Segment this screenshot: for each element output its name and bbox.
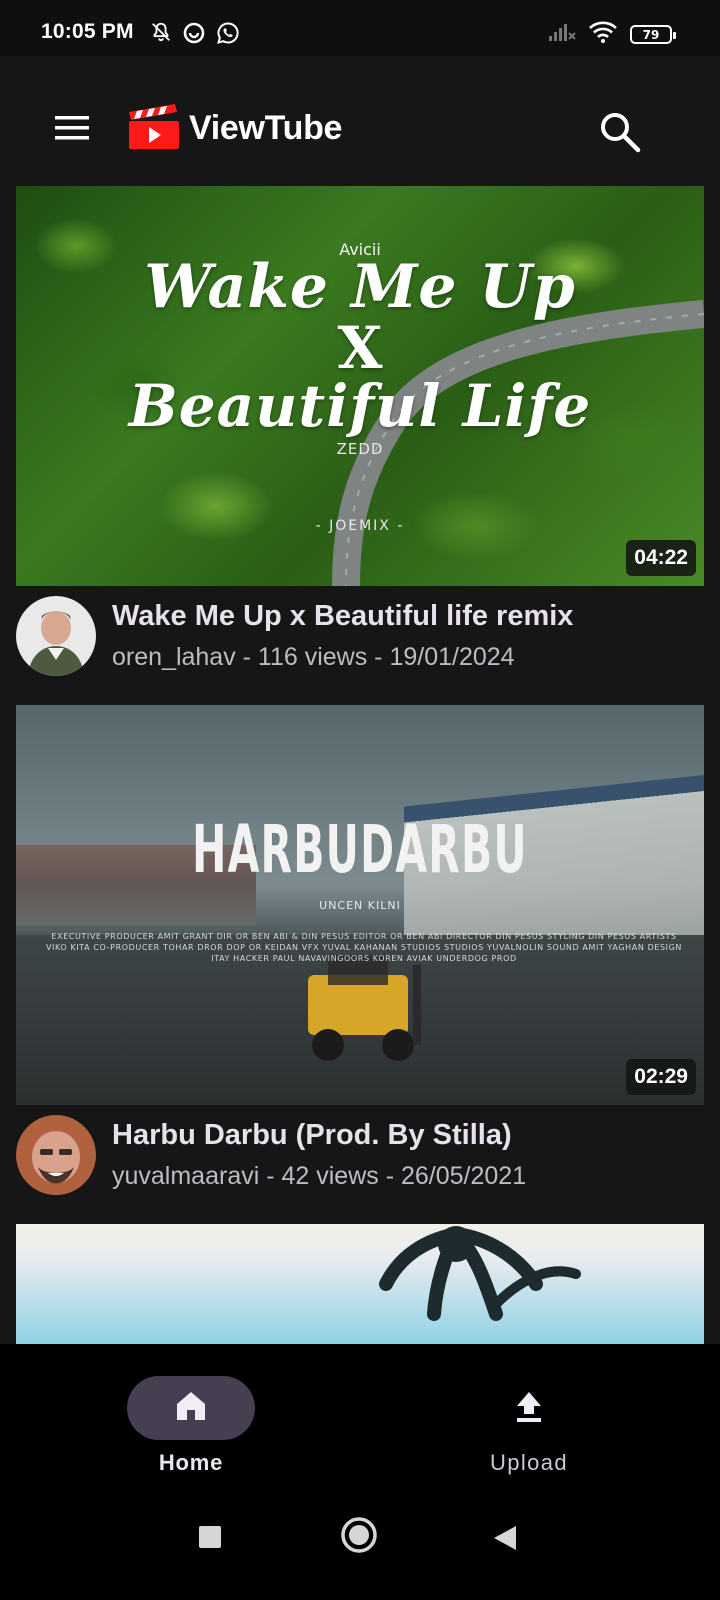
- recents-square-icon[interactable]: [197, 1524, 223, 1555]
- video-thumbnail[interactable]: HARBUDARBU UNCEN KILNI EXECUTIVE PRODUCE…: [16, 705, 704, 1105]
- video-thumbnail[interactable]: Avicii Wake Me Up X Beautiful Life ZEDD …: [16, 186, 704, 586]
- channel-avatar[interactable]: [16, 1115, 96, 1195]
- battery-icon: 79: [630, 25, 676, 44]
- video-title[interactable]: Wake Me Up x Beautiful life remix: [112, 600, 573, 633]
- thumbnail-title-line1: Wake Me Up: [144, 252, 576, 322]
- video-duration-badge: 04:22: [626, 540, 696, 576]
- status-bar: 10:05 PM 79: [0, 0, 720, 56]
- video-duration-badge: 02:29: [626, 1059, 696, 1095]
- nav-item-upload[interactable]: Upload: [444, 1376, 614, 1486]
- channel-avatar[interactable]: [16, 596, 96, 676]
- data-saver-icon: [182, 21, 206, 50]
- thumbnail-tag-text: - JOEMIX -: [315, 518, 405, 534]
- search-icon[interactable]: [596, 108, 644, 156]
- app-title: ViewTube: [189, 109, 343, 147]
- app-bar: ViewTube: [0, 56, 720, 186]
- video-title[interactable]: Harbu Darbu (Prod. By Stilla): [112, 1119, 512, 1152]
- clapperboard-play-icon: [127, 102, 181, 155]
- nav-active-indicator: [127, 1376, 255, 1440]
- app-logo[interactable]: ViewTube: [127, 102, 342, 155]
- signal-icon: [548, 21, 576, 48]
- thumbnail-title-line2: Beautiful Life: [128, 372, 592, 440]
- forklift-graphic: [308, 955, 421, 1061]
- hamburger-menu-icon[interactable]: [50, 106, 94, 150]
- video-meta: yuvalmaaravi - 42 views - 26/05/2021: [112, 1162, 527, 1190]
- wifi-icon: [588, 20, 618, 49]
- video-feed[interactable]: Avicii Wake Me Up X Beautiful Life ZEDD …: [0, 186, 720, 1346]
- nav-icon-container: [465, 1376, 593, 1440]
- video-meta: oren_lahav - 116 views - 19/01/2024: [112, 643, 515, 671]
- thumbnail-title-text: HARBUDARBU: [192, 811, 528, 888]
- palm-tree-graphic: [379, 1226, 581, 1321]
- battery-level: 79: [642, 27, 660, 42]
- nav-label-upload: Upload: [489, 1450, 569, 1475]
- status-system-icons: 79: [548, 20, 676, 49]
- mute-bell-icon: [150, 21, 172, 50]
- nav-label-home: Home: [158, 1450, 224, 1475]
- thumbnail-subtitle-text: UNCEN KILNI: [319, 899, 401, 912]
- whatsapp-icon: [216, 21, 240, 50]
- status-time: 10:05 PM: [41, 20, 134, 43]
- system-navigation-bar: [0, 1488, 720, 1600]
- video-thumbnail[interactable]: [16, 1224, 704, 1346]
- thumbnail-credits-text: EXECUTIVE PRODUCER AMIT GRANT DIR OR BEN…: [45, 932, 683, 963]
- home-circle-icon[interactable]: [340, 1516, 378, 1559]
- status-notification-icons: [150, 21, 240, 50]
- upload-icon: [511, 1388, 547, 1429]
- nav-item-home[interactable]: Home: [106, 1376, 276, 1486]
- back-triangle-icon[interactable]: [492, 1524, 518, 1557]
- bottom-navigation: Home Upload: [0, 1344, 720, 1488]
- home-icon: [173, 1388, 209, 1429]
- thumbnail-artist2-text: ZEDD: [336, 440, 384, 458]
